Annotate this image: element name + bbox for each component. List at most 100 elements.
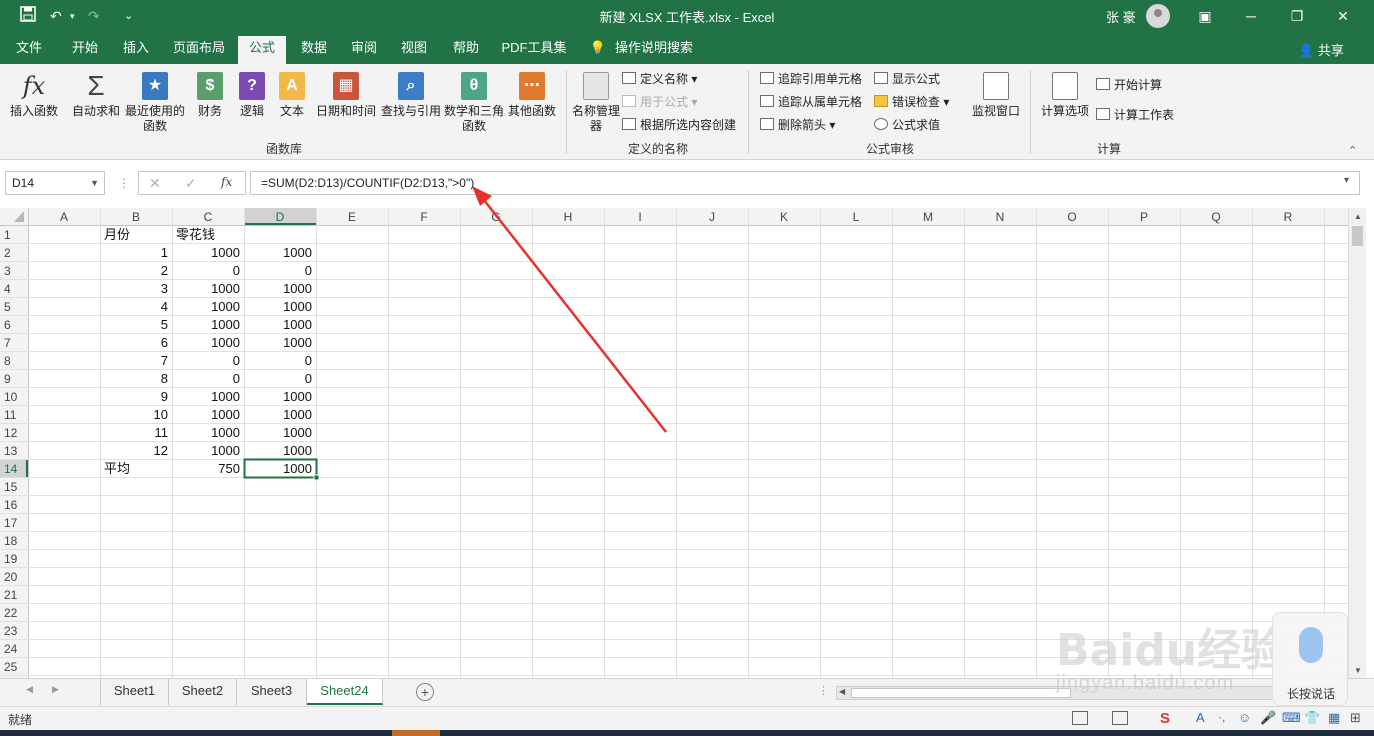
tab-page-layout[interactable]: 页面布局 <box>166 36 232 64</box>
row-header-11[interactable]: 11 <box>4 408 17 422</box>
cell-B14[interactable]: 平均 <box>104 461 130 476</box>
ribbon-display-icon[interactable]: ▣ <box>1190 4 1220 28</box>
cell-C3[interactable]: 0 <box>233 263 240 278</box>
cell-B13[interactable]: 12 <box>154 443 168 458</box>
cell-B4[interactable]: 3 <box>161 281 168 296</box>
page-layout-view-icon[interactable] <box>1112 711 1128 725</box>
scroll-thumb[interactable] <box>1352 226 1363 246</box>
sheet-tab-1[interactable]: Sheet1 <box>101 679 169 705</box>
user-name[interactable]: 张 豪 <box>1106 7 1136 26</box>
autosum-button[interactable]: Σ 自动求和 <box>68 72 124 119</box>
cell-D7[interactable]: 1000 <box>283 335 312 350</box>
microphone-icon[interactable] <box>1299 627 1323 663</box>
user-icon[interactable]: 👕 <box>1304 710 1320 726</box>
cell-D4[interactable]: 1000 <box>283 281 312 296</box>
calc-sheet-button[interactable]: 计算工作表 <box>1096 106 1174 124</box>
column-header-M[interactable]: M <box>923 210 933 224</box>
remove-arrows-button[interactable]: 删除箭头 ▾ <box>760 116 835 134</box>
row-header-2[interactable]: 2 <box>4 246 11 260</box>
column-header-F[interactable]: F <box>420 210 427 224</box>
row-header-4[interactable]: 4 <box>4 282 11 296</box>
row-header-19[interactable]: 19 <box>4 552 18 566</box>
insert-function-icon[interactable]: fx <box>221 175 232 189</box>
expand-formula-icon[interactable]: ▾ <box>1344 175 1349 186</box>
cell-D5[interactable]: 1000 <box>283 299 312 314</box>
row-header-7[interactable]: 7 <box>4 336 11 350</box>
row-header-5[interactable]: 5 <box>4 300 11 314</box>
chevron-down-icon[interactable]: ▼ <box>90 172 99 194</box>
row-header-18[interactable]: 18 <box>4 534 18 548</box>
sheet-tab-3[interactable]: Sheet3 <box>237 679 307 705</box>
cell-B12[interactable]: 11 <box>155 425 169 440</box>
cell-C1[interactable]: 零花钱 <box>176 227 215 242</box>
hscroll-thumb[interactable] <box>851 688 1071 698</box>
calc-now-button[interactable]: 开始计算 <box>1096 76 1162 94</box>
share-button[interactable]: 👤 共享 <box>1298 40 1344 59</box>
cell-C10[interactable]: 1000 <box>211 389 240 404</box>
error-checking-button[interactable]: 错误检查 ▾ <box>874 93 949 111</box>
insert-function-button[interactable]: fx 插入函数 <box>6 72 62 119</box>
add-sheet-icon[interactable]: + <box>416 683 434 701</box>
use-in-formula-button[interactable]: 用于公式 ▾ <box>622 93 697 111</box>
cell-B9[interactable]: 8 <box>161 371 168 386</box>
cell-D8[interactable]: 0 <box>305 353 312 368</box>
avatar[interactable] <box>1146 4 1170 28</box>
column-header-K[interactable]: K <box>780 210 788 224</box>
scroll-up-icon[interactable]: ▲ <box>1351 210 1365 224</box>
column-header-H[interactable]: H <box>564 210 573 224</box>
cell-B7[interactable]: 6 <box>161 335 168 350</box>
scroll-left-icon[interactable]: ◀ <box>839 687 845 696</box>
sheet-tab-24[interactable]: Sheet24 <box>307 679 383 705</box>
cell-C4[interactable]: 1000 <box>211 281 240 296</box>
scroll-down-icon[interactable]: ▼ <box>1351 664 1365 678</box>
zoom-in-icon[interactable]: ⊞ <box>1350 710 1361 726</box>
row-header-22[interactable]: 22 <box>4 606 18 620</box>
row-header-24[interactable]: 24 <box>4 642 18 656</box>
tab-pdf-tools[interactable]: PDF工具集 <box>500 36 568 64</box>
cell-D3[interactable]: 0 <box>305 263 312 278</box>
prev-sheet-icon[interactable]: ◀ <box>26 684 33 695</box>
column-header-G[interactable]: G <box>491 210 500 224</box>
cell-B2[interactable]: 1 <box>161 245 168 260</box>
column-header-Q[interactable]: Q <box>1211 210 1220 224</box>
cell-C12[interactable]: 1000 <box>211 425 240 440</box>
column-header-A[interactable]: A <box>60 210 68 224</box>
recently-used-button[interactable]: ★ 最近使用的函数 <box>124 72 186 134</box>
tab-insert[interactable]: 插入 <box>114 36 158 64</box>
close-icon[interactable]: ✕ <box>1328 4 1358 28</box>
column-header-J[interactable]: J <box>709 210 715 224</box>
row-header-3[interactable]: 3 <box>4 264 11 278</box>
cell-C7[interactable]: 1000 <box>211 335 240 350</box>
cell-D6[interactable]: 1000 <box>283 317 312 332</box>
row-header-20[interactable]: 20 <box>4 570 18 584</box>
cell-B8[interactable]: 7 <box>161 353 168 368</box>
keyboard-icon[interactable]: ⌨ <box>1282 710 1301 726</box>
row-header-21[interactable]: 21 <box>4 588 18 602</box>
define-name-button[interactable]: 定义名称 ▾ <box>622 70 697 88</box>
cell-B1[interactable]: 月份 <box>104 227 130 242</box>
trace-precedents-button[interactable]: 追踪引用单元格 <box>760 70 862 88</box>
cell-B10[interactable]: 9 <box>161 389 168 404</box>
watch-window-button[interactable]: 监视窗口 <box>968 72 1024 119</box>
enter-icon[interactable]: ✓ <box>185 175 197 192</box>
cancel-icon[interactable]: ✕ <box>149 175 161 192</box>
logical-button[interactable]: ? 逻辑 <box>234 72 270 119</box>
name-manager-button[interactable]: 名称管理器 <box>572 72 620 134</box>
cell-C8[interactable]: 0 <box>233 353 240 368</box>
tell-me-search[interactable]: 操作说明搜索 <box>612 36 696 64</box>
cell-D2[interactable]: 1000 <box>283 245 312 260</box>
tab-review[interactable]: 审阅 <box>342 36 386 64</box>
name-box[interactable]: D14 ▼ <box>5 171 105 195</box>
more-functions-button[interactable]: ⋯ 其他函数 <box>504 72 560 119</box>
fill-handle[interactable] <box>313 474 320 481</box>
restore-icon[interactable]: ❐ <box>1282 4 1312 28</box>
date-time-button[interactable]: ▦ 日期和时间 <box>314 72 378 119</box>
cell-D10[interactable]: 1000 <box>283 389 312 404</box>
row-header-9[interactable]: 9 <box>4 372 11 386</box>
column-header-B[interactable]: B <box>132 210 140 224</box>
collapse-ribbon-icon[interactable]: ⌃ <box>1348 144 1357 157</box>
column-header-N[interactable]: N <box>996 210 1005 224</box>
row-header-14[interactable]: 14 <box>4 462 18 476</box>
row-header-25[interactable]: 25 <box>4 660 18 674</box>
cell-B6[interactable]: 5 <box>161 317 168 332</box>
